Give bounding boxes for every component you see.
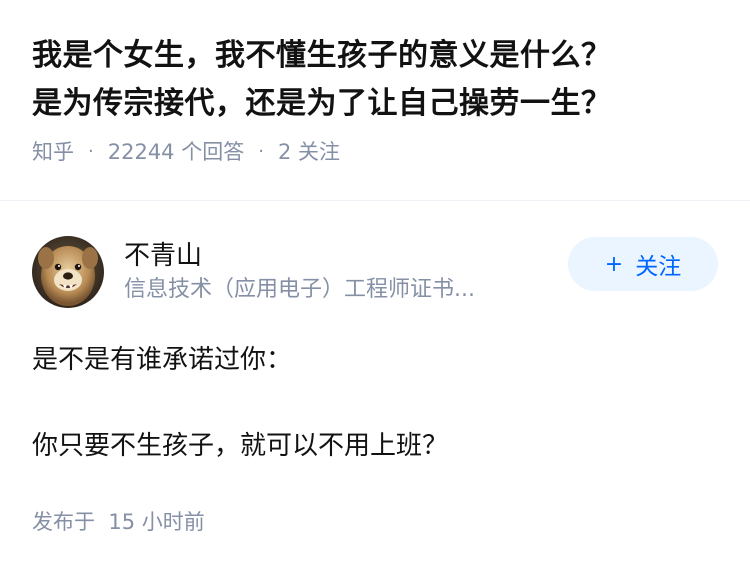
answer-content[interactable]: 是不是有谁承诺过你： 你只要不生孩子，就可以不用上班？ [32,338,718,468]
meta-separator-dot: · [88,141,94,162]
question-title-line1[interactable]: 我是个女生，我不懂生孩子的意义是什么？ [32,38,612,73]
question-title-line2[interactable]: 是为传宗接代，还是为了让自己操劳一生？ [32,86,612,121]
section-divider [0,200,750,201]
avatar[interactable] [32,236,104,308]
meta-separator-dot: · [258,141,264,162]
followers-count[interactable]: 2 关注 [278,136,340,168]
author-info: 不青山 信息技术（应用电子）工程师证书... [124,238,552,306]
answer-card: 不青山 信息技术（应用电子）工程师证书... + 关注 是不是有谁承诺过你： 你… [32,232,718,468]
answer-paragraph: 你只要不生孩子，就可以不用上班？ [32,431,449,461]
question-header: 我是个女生，我不懂生孩子的意义是什么？ 是为传宗接代，还是为了让自己操劳一生？ … [32,32,722,168]
answers-count[interactable]: 22244 个回答 [108,136,244,168]
source-label[interactable]: 知乎 [32,136,74,168]
question-title[interactable]: 我是个女生，我不懂生孩子的意义是什么？ 是为传宗接代，还是为了让自己操劳一生？ [32,32,722,128]
dog-avatar-icon [32,236,104,308]
author-name[interactable]: 不青山 [124,238,552,274]
plus-icon: + [604,251,624,277]
question-meta: 知乎 · 22244 个回答 · 2 关注 [32,136,722,168]
follow-button[interactable]: + 关注 [568,237,718,291]
answer-paragraph: 是不是有谁承诺过你： [32,345,293,375]
author-headline: 信息技术（应用电子）工程师证书... [124,277,475,302]
publish-time: 发布于 15 小时前 [32,510,205,534]
follow-button-label: 关注 [635,254,682,280]
author-row: 不青山 信息技术（应用电子）工程师证书... + 关注 [32,232,718,312]
